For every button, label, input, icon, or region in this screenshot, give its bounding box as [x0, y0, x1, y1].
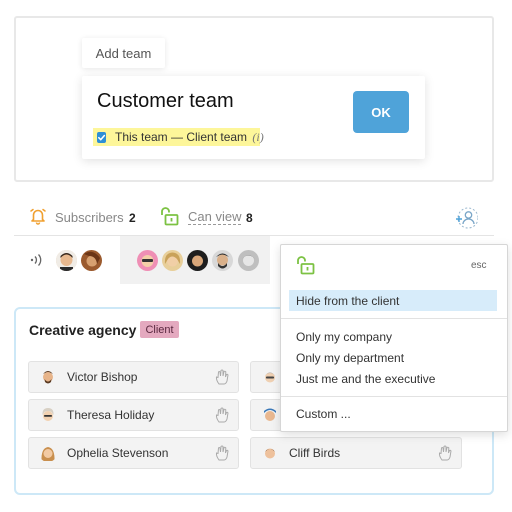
client-team-checkbox[interactable] — [97, 131, 106, 143]
grab-hand-icon[interactable] — [214, 406, 230, 424]
person-chip[interactable]: Cliff Birds — [250, 437, 462, 469]
avatar[interactable] — [162, 250, 183, 271]
avatar — [39, 444, 57, 462]
menu-item-custom[interactable]: Custom ... — [289, 403, 497, 424]
avatar[interactable] — [56, 250, 77, 271]
avatar — [39, 406, 57, 424]
menu-item-hide-from-client[interactable]: Hide from the client — [289, 290, 497, 311]
person-name: Theresa Holiday — [67, 408, 155, 422]
client-team-toggle[interactable]: This team — Client team (i) — [93, 128, 264, 146]
avatar[interactable] — [137, 250, 158, 271]
menu-item-only-my-department[interactable]: Only my department — [289, 347, 497, 368]
checkmark-icon — [98, 134, 106, 141]
subscribers-label[interactable]: Subscribers — [55, 210, 124, 225]
avatar[interactable] — [187, 250, 208, 271]
subscribers-count: 2 — [129, 211, 136, 225]
menu-divider — [281, 396, 507, 397]
grab-hand-icon[interactable] — [214, 368, 230, 386]
can-view-label[interactable]: Can view — [188, 210, 242, 225]
company-title: Creative agency — [29, 322, 137, 338]
menu-item-only-my-company[interactable]: Only my company — [289, 326, 497, 347]
person-chip[interactable]: Victor Bishop — [28, 361, 239, 393]
info-icon[interactable]: (i) — [252, 130, 263, 144]
menu-divider — [281, 318, 507, 319]
avatar[interactable] — [81, 250, 102, 271]
grab-hand-icon[interactable] — [214, 444, 230, 462]
avatar[interactable] — [212, 250, 233, 271]
can-view-count: 8 — [246, 211, 253, 225]
person-name: Victor Bishop — [67, 370, 138, 384]
client-team-label: This team — Client team (i) — [115, 129, 264, 144]
add-team-tab[interactable]: Add team — [82, 38, 165, 68]
client-badge: Client — [140, 321, 179, 338]
person-chip[interactable]: Ophelia Stevenson — [28, 437, 239, 469]
signal-icon — [29, 252, 45, 268]
ok-button[interactable]: OK — [353, 91, 409, 133]
unlock-icon[interactable] — [158, 206, 180, 226]
menu-item-me-and-executive[interactable]: Just me and the executive — [289, 368, 497, 389]
avatar — [261, 406, 279, 424]
person-name: Ophelia Stevenson — [67, 446, 169, 460]
avatar — [261, 444, 279, 462]
add-user-icon[interactable] — [454, 206, 479, 230]
person-name: Cliff Birds — [289, 446, 341, 460]
unlock-icon — [294, 255, 316, 275]
menu-close-esc[interactable]: esc — [471, 260, 487, 271]
avatar[interactable] — [238, 250, 259, 271]
avatar — [261, 368, 279, 386]
grab-hand-icon[interactable] — [437, 444, 453, 462]
avatar — [39, 368, 57, 386]
person-chip[interactable]: Theresa Holiday — [28, 399, 239, 431]
bell-icon[interactable] — [29, 207, 47, 225]
team-name-field[interactable]: Customer team — [97, 90, 234, 113]
